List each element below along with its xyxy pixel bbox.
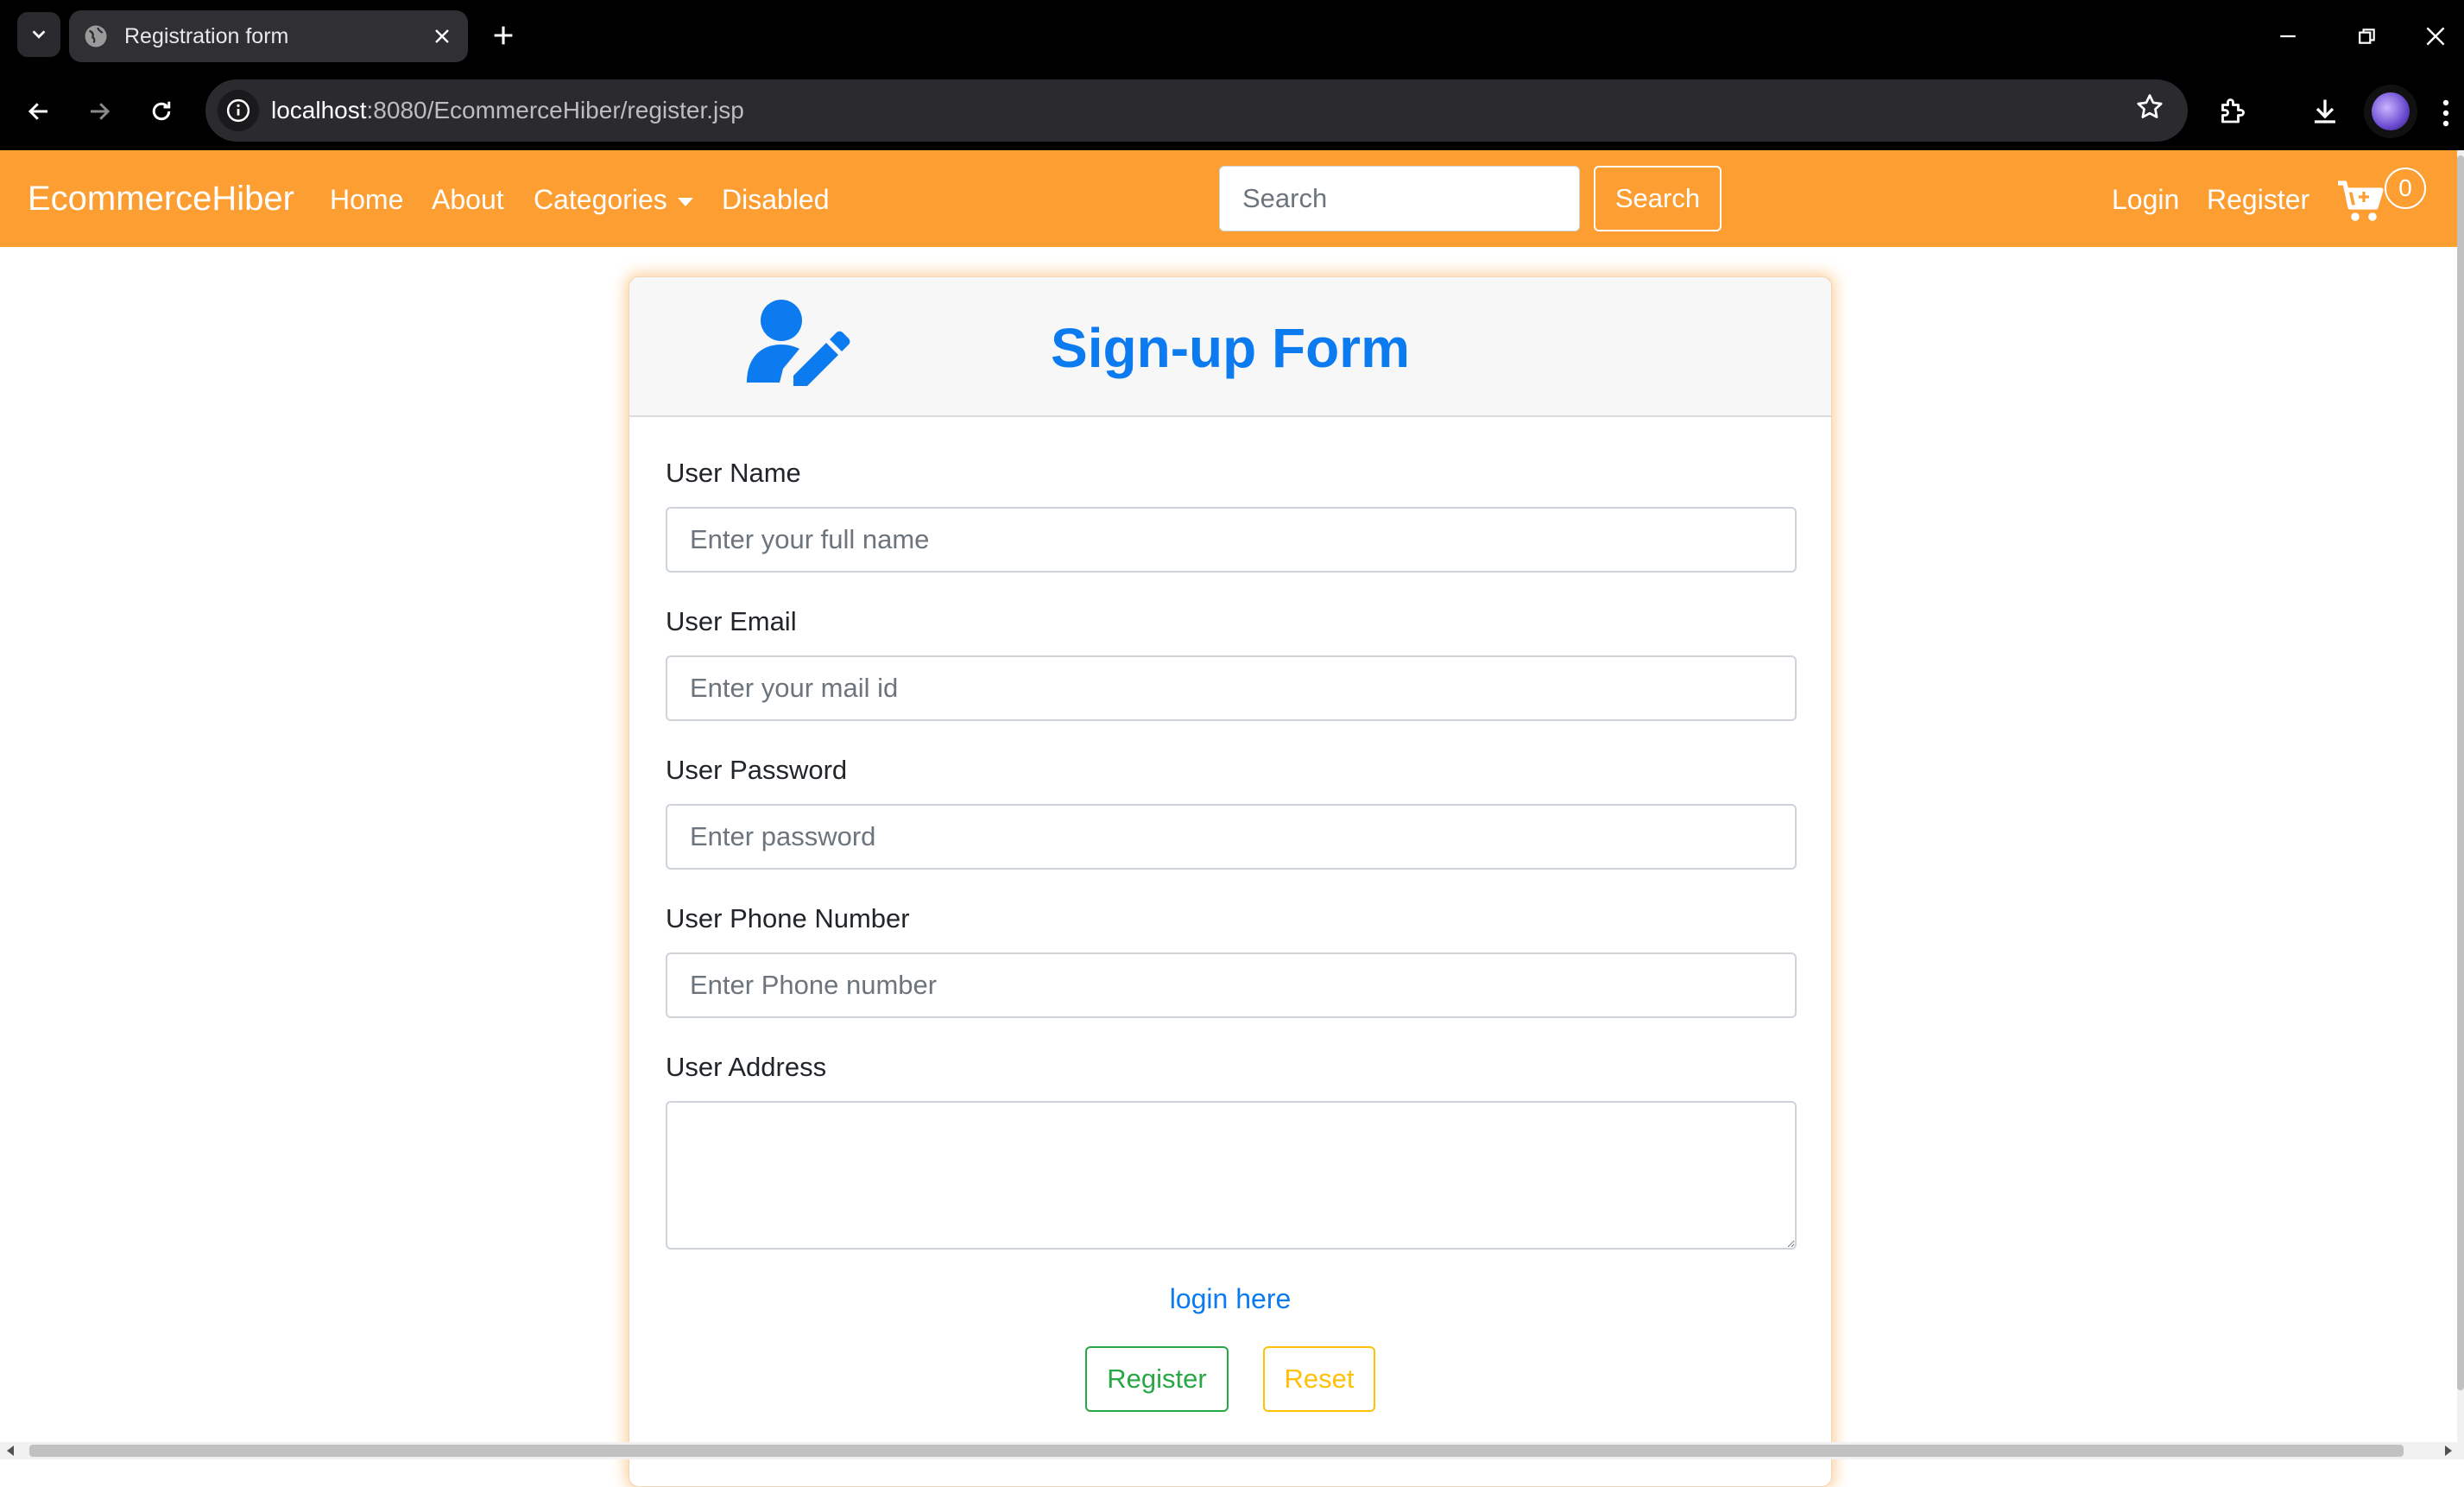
close-icon xyxy=(435,29,449,43)
plus-icon xyxy=(494,26,513,45)
info-icon xyxy=(226,98,250,123)
arrow-right-icon xyxy=(91,103,111,120)
scroll-left-icon[interactable] xyxy=(7,1446,14,1456)
reload-icon xyxy=(152,101,171,121)
forward-button[interactable] xyxy=(78,90,121,133)
login-here-link[interactable]: login here xyxy=(629,1282,1831,1315)
form-title: Sign-up Form xyxy=(1051,317,1410,379)
site-navbar: EcommerceHiber Home About Categories Dis… xyxy=(0,150,2457,247)
download-icon xyxy=(2315,99,2335,123)
site-info-button[interactable] xyxy=(218,90,259,131)
nav-link-about[interactable]: About xyxy=(432,183,504,216)
nav-link-disabled[interactable]: Disabled xyxy=(722,183,830,216)
cart-button[interactable]: 0 xyxy=(2336,168,2431,233)
nav-dropdown-label: Categories xyxy=(534,184,667,215)
bookmark-button[interactable] xyxy=(2134,92,2165,127)
vertical-scrollbar[interactable] xyxy=(2457,150,2464,1442)
url-path: :8080/EcommerceHiber/register.jsp xyxy=(366,97,744,123)
restore-icon xyxy=(2359,28,2375,44)
caret-down-icon xyxy=(677,197,693,206)
tab-search-button[interactable] xyxy=(17,12,60,57)
new-tab-button[interactable] xyxy=(483,16,523,55)
chevron-down-icon xyxy=(32,30,46,39)
search-input[interactable] xyxy=(1219,166,1580,231)
tab-title: Registration form xyxy=(124,24,289,48)
extensions-button[interactable] xyxy=(2210,90,2253,133)
nav-link-login[interactable]: Login xyxy=(2112,183,2179,216)
minimize-icon xyxy=(2280,35,2296,38)
globe-icon xyxy=(85,25,107,47)
user-name-input[interactable] xyxy=(666,507,1797,573)
tab-close-button[interactable] xyxy=(425,19,459,54)
cart-count-badge: 0 xyxy=(2385,168,2426,209)
horizontal-scroll-thumb[interactable] xyxy=(29,1445,2404,1457)
scroll-right-icon[interactable] xyxy=(2445,1446,2452,1456)
user-email-input[interactable] xyxy=(666,655,1797,721)
nav-dropdown-categories[interactable]: Categories xyxy=(534,183,693,216)
register-button[interactable]: Register xyxy=(1085,1346,1229,1412)
close-window-button[interactable] xyxy=(2407,0,2464,73)
user-address-label: User Address xyxy=(666,1052,827,1082)
user-phone-input[interactable] xyxy=(666,952,1797,1018)
user-email-label: User Email xyxy=(666,606,797,636)
back-button[interactable] xyxy=(17,90,60,133)
nav-link-home[interactable]: Home xyxy=(330,183,403,216)
avatar-image xyxy=(2372,92,2410,130)
nav-link-register[interactable]: Register xyxy=(2207,183,2309,216)
url-host: localhost xyxy=(271,97,367,123)
user-password-input[interactable] xyxy=(666,804,1797,870)
user-password-label: User Password xyxy=(666,755,848,785)
puzzle-icon xyxy=(2221,98,2245,123)
browser-tab-strip: Registration form xyxy=(0,0,2464,73)
browser-menu-button[interactable] xyxy=(2431,92,2461,135)
reload-button[interactable] xyxy=(140,90,183,133)
profile-avatar[interactable] xyxy=(2364,85,2417,138)
search-button[interactable]: Search xyxy=(1594,166,1722,231)
browser-tab[interactable]: Registration form xyxy=(69,10,468,62)
card-header: Sign-up Form xyxy=(629,277,1831,417)
minimize-button[interactable] xyxy=(2248,0,2328,73)
horizontal-scrollbar[interactable] xyxy=(0,1442,2464,1459)
star-icon xyxy=(2137,94,2163,118)
more-vertical-icon xyxy=(2442,99,2449,127)
user-phone-label: User Phone Number xyxy=(666,903,910,933)
arrow-left-icon xyxy=(28,103,47,120)
url-text: localhost:8080/EcommerceHiber/register.j… xyxy=(271,95,744,126)
downloads-button[interactable] xyxy=(2303,90,2347,133)
user-address-textarea[interactable] xyxy=(666,1101,1797,1250)
cart-icon xyxy=(2338,180,2384,221)
restore-button[interactable] xyxy=(2328,0,2407,73)
brand-link[interactable]: EcommerceHiber xyxy=(28,180,294,218)
browser-toolbar: localhost:8080/EcommerceHiber/register.j… xyxy=(0,73,2464,150)
user-name-label: User Name xyxy=(666,458,801,488)
reset-button[interactable]: Reset xyxy=(1263,1346,1375,1412)
signup-card: Sign-up Form User Name User Email User P… xyxy=(629,276,1832,1487)
vertical-scroll-thumb[interactable] xyxy=(2457,155,2464,1390)
address-bar[interactable]: localhost:8080/EcommerceHiber/register.j… xyxy=(205,79,2188,142)
close-icon xyxy=(2426,27,2445,46)
